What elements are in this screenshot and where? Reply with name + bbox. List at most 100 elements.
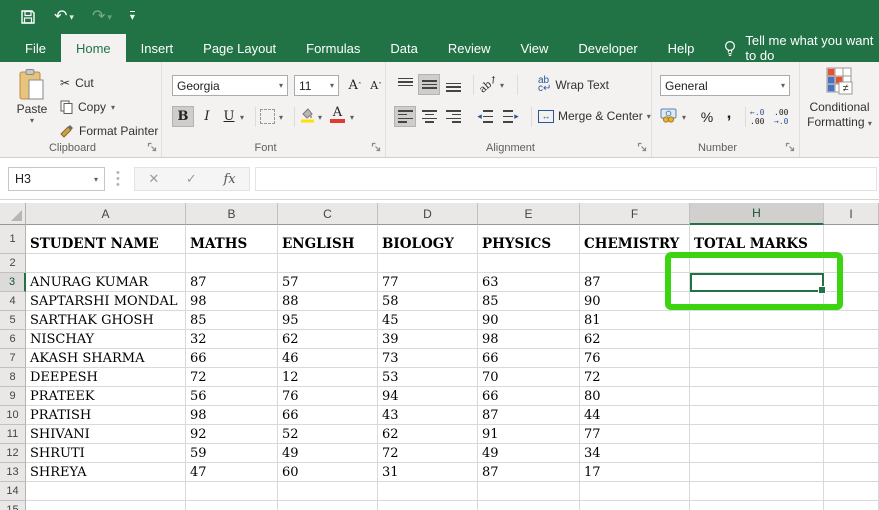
cell-E14[interactable] — [478, 482, 580, 501]
borders-icon[interactable] — [260, 109, 275, 124]
cell-H7[interactable] — [690, 349, 824, 368]
cell-F6[interactable]: 62 — [580, 330, 690, 349]
cell-D10[interactable]: 43 — [378, 406, 478, 425]
column-header-I[interactable]: I — [824, 203, 879, 225]
cell-I2[interactable] — [824, 254, 879, 273]
tab-formulas[interactable]: Formulas — [291, 34, 375, 62]
cell-C10[interactable]: 66 — [278, 406, 378, 425]
increase-decimal-button[interactable]: ←.0 .00 — [750, 108, 764, 126]
increase-indent-icon[interactable]: ▸ — [500, 106, 522, 127]
cell-H1[interactable]: TOTAL MARKS — [690, 225, 824, 254]
cell-B10[interactable]: 98 — [186, 406, 278, 425]
paste-button[interactable]: Paste ▾ — [8, 68, 56, 140]
cell-A3[interactable]: ANURAG KUMAR — [26, 273, 186, 292]
cell-B8[interactable]: 72 — [186, 368, 278, 387]
cell-B14[interactable] — [186, 482, 278, 501]
cell-I11[interactable] — [824, 425, 879, 444]
conditional-formatting-dropdown-icon[interactable]: ▾ — [868, 119, 872, 128]
cell-B2[interactable] — [186, 254, 278, 273]
tab-view[interactable]: View — [505, 34, 563, 62]
cell-H5[interactable] — [690, 311, 824, 330]
cell-E10[interactable]: 87 — [478, 406, 580, 425]
cell-H10[interactable] — [690, 406, 824, 425]
cell-C2[interactable] — [278, 254, 378, 273]
borders-dropdown-icon[interactable]: ▾ — [279, 113, 283, 122]
comma-style-button[interactable]: , — [718, 102, 740, 123]
cell-D4[interactable]: 58 — [378, 292, 478, 311]
font-color-dropdown-icon[interactable]: ▾ — [350, 113, 354, 122]
cell-A4[interactable]: SAPTARSHI MONDAL — [26, 292, 186, 311]
cell-F5[interactable]: 81 — [580, 311, 690, 330]
name-box[interactable]: H3 ▾ — [8, 167, 105, 191]
cell-H13[interactable] — [690, 463, 824, 482]
cell-H11[interactable] — [690, 425, 824, 444]
cell-H14[interactable] — [690, 482, 824, 501]
cell-B15[interactable] — [186, 501, 278, 510]
merge-center-dropdown-icon[interactable]: ▾ — [647, 112, 651, 121]
cell-I4[interactable] — [824, 292, 879, 311]
middle-align-button[interactable] — [418, 74, 440, 95]
cell-A15[interactable] — [26, 501, 186, 510]
cell-F1[interactable]: CHEMISTRY — [580, 225, 690, 254]
cell-I10[interactable] — [824, 406, 879, 425]
font-name-combo[interactable]: Georgia▾ — [172, 75, 288, 96]
conditional-formatting-button[interactable]: ≠ Conditional Formatting ▾ — [804, 66, 875, 131]
row-header-10[interactable]: 10 — [0, 406, 26, 425]
cell-E11[interactable]: 91 — [478, 425, 580, 444]
fill-color-dropdown-icon[interactable]: ▾ — [318, 113, 322, 122]
cell-C3[interactable]: 57 — [278, 273, 378, 292]
cell-C13[interactable]: 60 — [278, 463, 378, 482]
number-format-combo[interactable]: General▾ — [660, 75, 790, 96]
cancel-icon[interactable]: ✕ — [148, 171, 159, 187]
cell-B1[interactable]: MATHS — [186, 225, 278, 254]
fill-color-icon[interactable] — [299, 106, 316, 123]
merge-center-button[interactable]: ↔ Merge & Center ▾ — [538, 109, 651, 123]
row-header-8[interactable]: 8 — [0, 368, 26, 387]
shrink-font-button[interactable]: Aˇ — [365, 75, 387, 96]
cell-F10[interactable]: 44 — [580, 406, 690, 425]
column-header-A[interactable]: A — [26, 203, 186, 225]
cell-I12[interactable] — [824, 444, 879, 463]
cell-E13[interactable]: 87 — [478, 463, 580, 482]
top-align-button[interactable] — [394, 74, 416, 95]
cell-I14[interactable] — [824, 482, 879, 501]
bold-button[interactable]: B — [172, 106, 194, 127]
cell-D6[interactable]: 39 — [378, 330, 478, 349]
cell-C7[interactable]: 46 — [278, 349, 378, 368]
row-header-5[interactable]: 5 — [0, 311, 26, 330]
cell-B12[interactable]: 59 — [186, 444, 278, 463]
cell-F12[interactable]: 34 — [580, 444, 690, 463]
cell-H9[interactable] — [690, 387, 824, 406]
cell-D12[interactable]: 72 — [378, 444, 478, 463]
cell-E5[interactable]: 90 — [478, 311, 580, 330]
row-header-7[interactable]: 7 — [0, 349, 26, 368]
cell-F7[interactable]: 76 — [580, 349, 690, 368]
cell-F15[interactable] — [580, 501, 690, 510]
name-box-dropdown-icon[interactable]: ▾ — [94, 175, 98, 184]
cell-A9[interactable]: PRATEEK — [26, 387, 186, 406]
column-header-E[interactable]: E — [478, 203, 580, 225]
number-dialog-launcher-icon[interactable] — [785, 142, 796, 153]
row-header-15[interactable]: 15 — [0, 501, 26, 510]
cell-B5[interactable]: 85 — [186, 311, 278, 330]
row-header-1[interactable]: 1 — [0, 225, 26, 254]
row-header-4[interactable]: 4 — [0, 292, 26, 311]
formula-input[interactable] — [255, 167, 877, 191]
cell-E2[interactable] — [478, 254, 580, 273]
paste-dropdown-icon[interactable]: ▾ — [30, 116, 34, 125]
undo-icon[interactable]: ↶▾ — [54, 9, 74, 25]
undo-dropdown-icon[interactable]: ▾ — [69, 13, 74, 22]
cell-E8[interactable]: 70 — [478, 368, 580, 387]
cell-C9[interactable]: 76 — [278, 387, 378, 406]
cell-A1[interactable]: STUDENT NAME — [26, 225, 186, 254]
cell-H15[interactable] — [690, 501, 824, 510]
cell-H8[interactable] — [690, 368, 824, 387]
cell-B6[interactable]: 32 — [186, 330, 278, 349]
percent-style-button[interactable]: % — [696, 106, 718, 127]
row-header-14[interactable]: 14 — [0, 482, 26, 501]
cell-D8[interactable]: 53 — [378, 368, 478, 387]
cut-button[interactable]: ✂ Cut — [60, 72, 94, 94]
cell-I5[interactable] — [824, 311, 879, 330]
cell-C14[interactable] — [278, 482, 378, 501]
cell-A14[interactable] — [26, 482, 186, 501]
